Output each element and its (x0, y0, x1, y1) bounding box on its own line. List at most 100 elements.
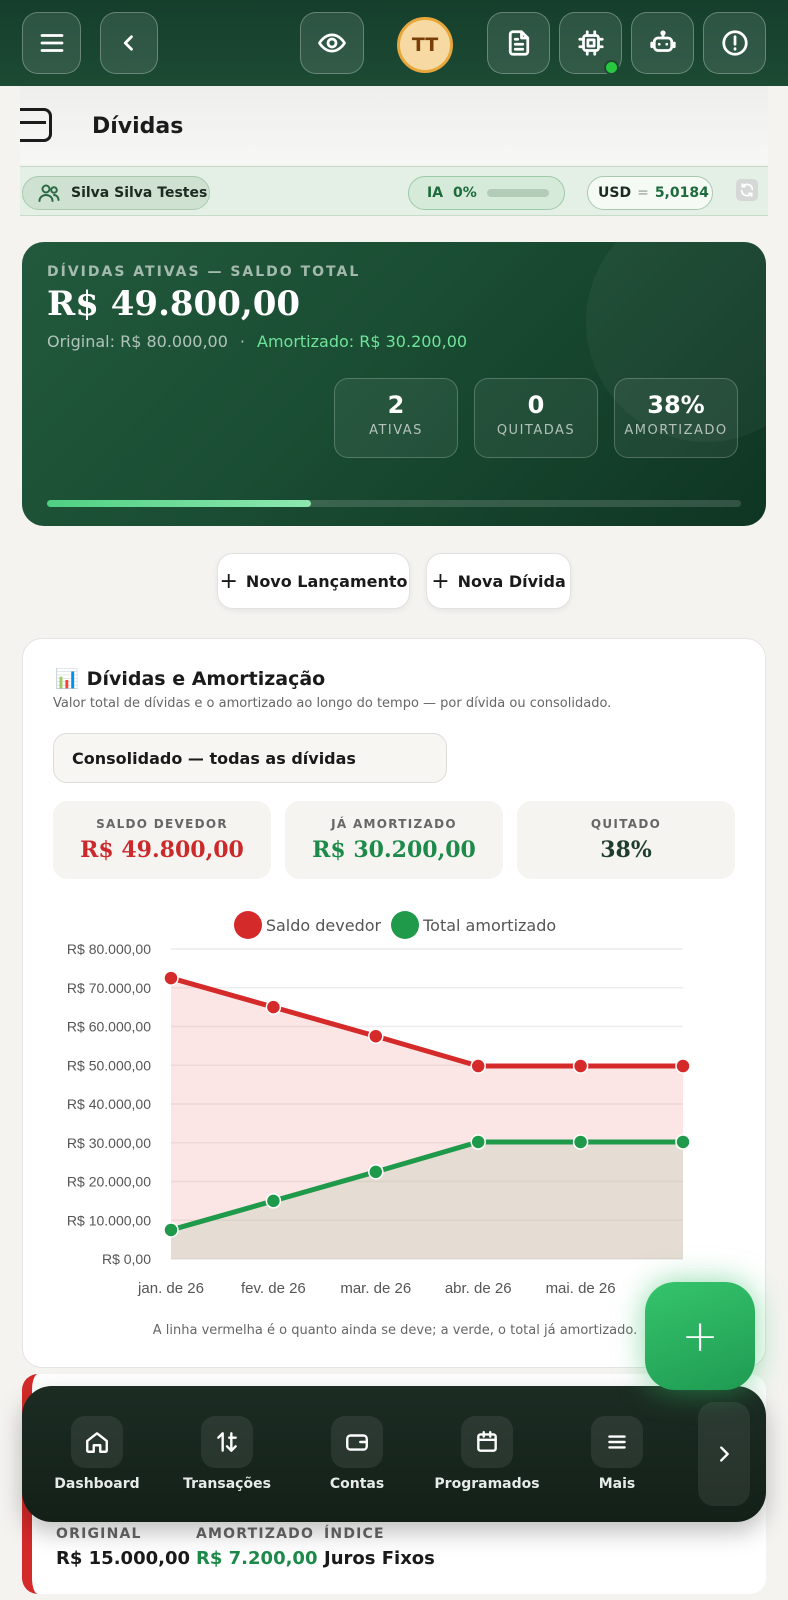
stat-paid: 0 QUITADAS (474, 378, 598, 458)
alerts-button[interactable] (703, 12, 766, 74)
debt-index: ÍNDICE Juros Fixos (324, 1526, 435, 1569)
nav-label: Dashboard (54, 1476, 140, 1492)
bar-chart-icon: 📊 (55, 668, 79, 690)
nav-scroll-right-button[interactable] (698, 1402, 750, 1506)
assistant-button[interactable] (631, 12, 694, 74)
legend-label: Saldo devedor (265, 915, 382, 935)
data-point-1-2 (368, 1164, 384, 1180)
refresh-icon (740, 183, 754, 197)
legend-item-outstanding[interactable]: Saldo devedor (233, 911, 382, 939)
y-tick-label: R$ 0,00 (102, 1251, 151, 1267)
chart-card-title: 📊 Dívidas e Amortização (55, 667, 326, 691)
stat-value: 38% (647, 391, 705, 419)
nav-item-dashboard[interactable]: Dashboard (42, 1416, 152, 1492)
debt-original: ORIGINAL R$ 15.000,00 (56, 1526, 190, 1569)
data-point-0-4 (572, 1058, 589, 1074)
y-tick-label: R$ 30.000,00 (67, 1135, 151, 1151)
stat-value: 2 (387, 391, 405, 419)
nav-item-accounts[interactable]: Contas (302, 1416, 412, 1492)
summary-separator: · (239, 332, 245, 351)
y-tick-label: R$ 80.000,00 (67, 941, 151, 957)
debt-col-label: AMORTIZADO (196, 1526, 315, 1542)
reports-button[interactable] (487, 12, 550, 74)
menu-button[interactable] (22, 12, 81, 74)
plus-icon: + (431, 568, 450, 594)
nav-label: Contas (329, 1476, 385, 1492)
kpi-label: QUITADO (590, 817, 662, 831)
nav-item-scheduled[interactable]: Programados (432, 1416, 542, 1492)
wallet-icon (346, 1434, 368, 1451)
debt-col-value: Juros Fixos (324, 1548, 435, 1569)
new-debt-button[interactable]: + Nova Dívida (426, 553, 571, 609)
nav-label: Programados (434, 1476, 540, 1492)
x-tick-label: mai. de 26 (546, 1280, 616, 1297)
stat-label: QUITADAS (496, 423, 576, 438)
household-name: Silva Silva Testes (71, 185, 208, 201)
menu-icon (608, 1435, 626, 1449)
chart-legend: Saldo devedor Total amortizado (23, 911, 767, 939)
kpi-value: R$ 49.800,00 (80, 837, 244, 863)
bottom-navigation: Dashboard Transações Contas Programados … (22, 1386, 766, 1522)
chevron-right-icon (720, 1446, 729, 1462)
nav-item-more[interactable]: Mais (562, 1416, 672, 1492)
legend-item-amortized[interactable]: Total amortizado (391, 911, 556, 939)
nav-label: Transações (183, 1476, 271, 1492)
currency-rate: 5,0184 (654, 185, 709, 201)
calendar-icon (477, 1431, 497, 1452)
ai-usage-bar (486, 189, 549, 197)
legend-label: Total amortizado (423, 915, 557, 935)
alert-circle-icon (721, 30, 748, 56)
refresh-rate-button[interactable] (736, 179, 758, 201)
nav-item-transactions[interactable]: Transações (172, 1416, 282, 1492)
debt-col-label: ORIGINAL (56, 1526, 142, 1542)
kpi-outstanding: SALDO DEVEDOR R$ 49.800,00 (53, 801, 271, 879)
legend-swatch (233, 911, 262, 939)
debt-summary-card: DÍVIDAS ATIVAS — SALDO TOTAL R$ 49.800,0… (22, 242, 766, 526)
new-entry-label: Novo Lançamento (245, 571, 408, 591)
eye-icon (318, 33, 346, 53)
hamburger-icon (40, 34, 63, 52)
currency-eq: = (637, 185, 649, 201)
visibility-toggle-button[interactable] (300, 12, 364, 74)
household-selector[interactable]: Silva Silva Testes (22, 176, 210, 210)
transactions-icon (217, 1432, 237, 1452)
data-point-0-0 (163, 970, 179, 986)
debt-col-value: R$ 7.200,00 (196, 1548, 318, 1569)
x-tick-label: abr. de 26 (445, 1280, 512, 1297)
page-header: Dívidas (20, 86, 768, 164)
y-tick-label: R$ 70.000,00 (67, 980, 151, 996)
kpi-paid-off: QUITADO 38% (517, 801, 735, 879)
stat-label: AMORTIZADO (624, 423, 728, 438)
new-debt-label: Nova Dívida (457, 571, 566, 591)
document-icon (508, 30, 529, 56)
cpu-icon (577, 30, 604, 56)
y-tick-label: R$ 50.000,00 (67, 1057, 151, 1073)
kpi-value: R$ 30.200,00 (312, 837, 476, 863)
data-point-0-2 (368, 1028, 384, 1044)
sidebar-toggle-icon[interactable] (20, 108, 52, 142)
stat-label: ATIVAS (369, 423, 423, 438)
data-point-1-3 (470, 1134, 486, 1150)
x-tick-label: jan. de 26 (137, 1280, 204, 1297)
ai-value: 0% (453, 185, 477, 201)
data-point-0-1 (265, 999, 282, 1015)
x-tick-label: fev. de 26 (241, 1280, 306, 1297)
back-button[interactable] (100, 12, 158, 74)
y-tick-label: R$ 40.000,00 (67, 1096, 151, 1112)
kpi-amortized: JÁ AMORTIZADO R$ 30.200,00 (285, 801, 503, 879)
y-tick-label: R$ 20.000,00 (67, 1174, 151, 1190)
stat-amortized: 38% AMORTIZADO (614, 378, 738, 458)
ai-usage-badge[interactable]: IA 0% (408, 176, 565, 210)
kpi-label: JÁ AMORTIZADO (331, 817, 457, 831)
add-fab-button[interactable]: + (645, 1282, 755, 1390)
new-entry-button[interactable]: + Novo Lançamento (217, 553, 410, 609)
debt-scope-select[interactable]: Consolidado — todas as dívidas (53, 733, 447, 783)
status-online-indicator (604, 60, 619, 75)
data-point-1-0 (163, 1222, 179, 1238)
currency-code: USD (598, 185, 632, 201)
summary-label: DÍVIDAS ATIVAS — SALDO TOTAL (47, 264, 361, 280)
avatar-initials: TT (411, 34, 439, 56)
avatar[interactable]: TT (397, 17, 453, 73)
chart-card-title-text: Dívidas e Amortização (86, 667, 326, 690)
chart-card-description: Valor total de dívidas e o amortizado ao… (53, 696, 612, 711)
